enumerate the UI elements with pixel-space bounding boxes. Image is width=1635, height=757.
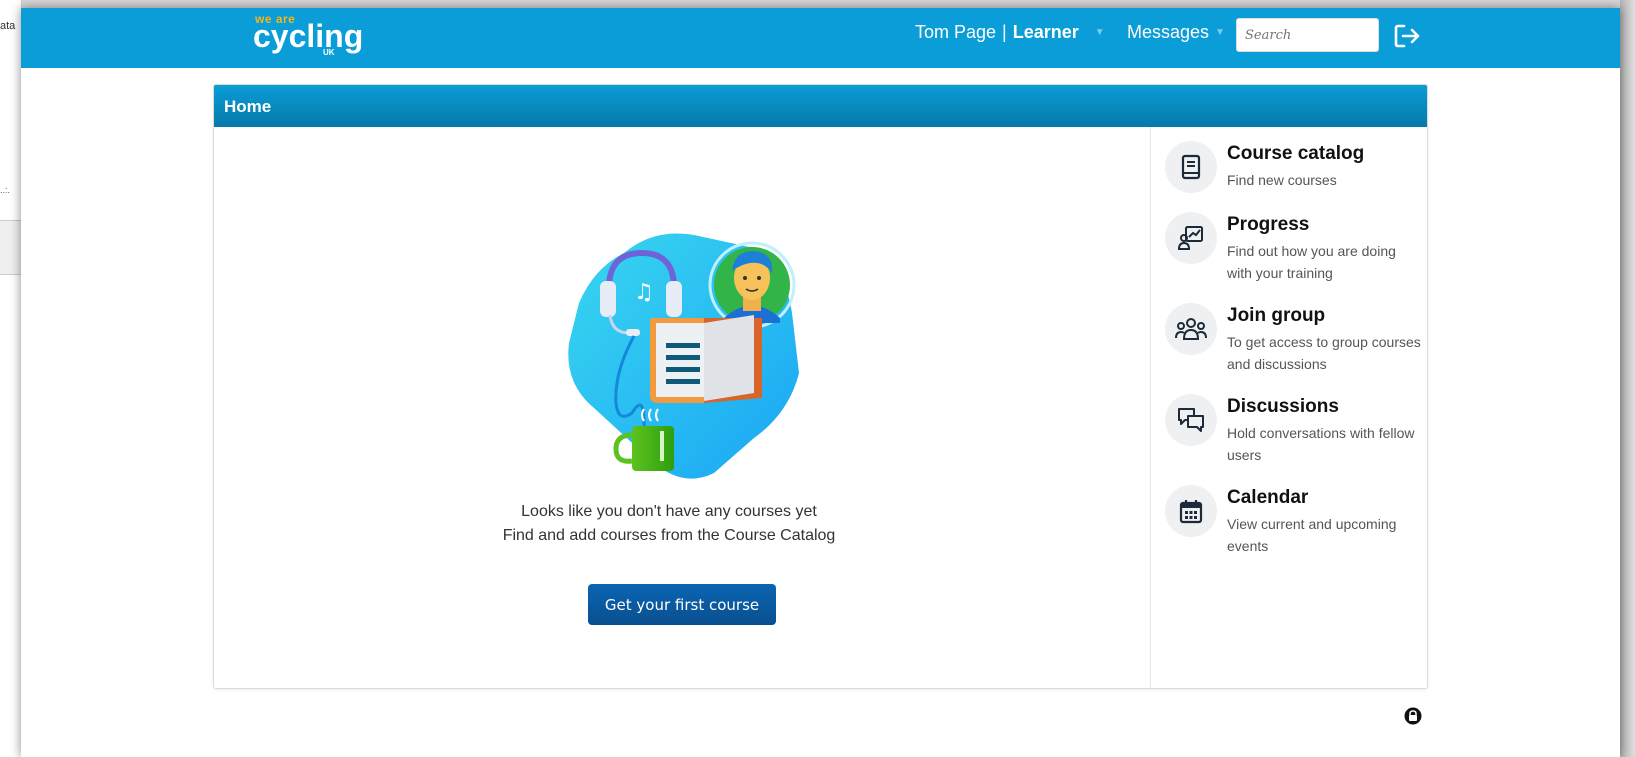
shortcut-description: To get access to group courses and discu…	[1227, 334, 1421, 372]
shortcut-label: Join group	[1227, 305, 1326, 326]
user-name: Tom Page	[915, 22, 997, 42]
top-navigation-bar: we are cycling UK Tom Page | Learner ▼ M…	[21, 8, 1620, 68]
shortcut-description: Find new courses	[1227, 172, 1337, 188]
background-text: ata	[0, 20, 16, 32]
empty-state-message: Looks like you don't have any courses ye…	[521, 503, 817, 520]
user-separator: |	[1002, 22, 1007, 42]
chevron-down-icon: ▼	[1094, 27, 1105, 38]
home-card: Home ♫ Looks like you don't have any cou…	[213, 84, 1428, 689]
calendar-icon	[1165, 485, 1217, 537]
shortcut-label: Progress	[1227, 214, 1310, 235]
logo-wordmark: cycling	[253, 18, 364, 54]
background-panel	[0, 220, 22, 275]
logout-icon[interactable]	[1391, 20, 1423, 52]
messages-menu[interactable]: Messages ▼	[1127, 22, 1225, 43]
background-text: ..:.	[0, 185, 11, 195]
shortcut-discussions[interactable]: Discussions Hold conversations with fell…	[1165, 394, 1425, 474]
shortcut-label: Discussions	[1227, 396, 1339, 417]
shortcut-label: Calendar	[1227, 487, 1309, 508]
shortcuts-sidebar: Course catalog Find new courses Progress…	[1150, 127, 1427, 688]
user-menu[interactable]: Tom Page | Learner ▼	[915, 22, 1105, 43]
shortcut-join-group[interactable]: Join group To get access to group course…	[1165, 303, 1425, 383]
messages-label: Messages	[1127, 22, 1210, 42]
shortcut-label: Course catalog	[1227, 143, 1365, 164]
site-logo[interactable]: we are cycling UK	[253, 12, 363, 60]
page-title: Home	[224, 97, 272, 116]
window-shadow	[1620, 0, 1635, 757]
shortcut-course-catalog[interactable]: Course catalog Find new courses	[1165, 141, 1425, 221]
progress-chart-icon	[1165, 212, 1217, 264]
shortcut-description: Find out how you are doing with your tra…	[1227, 243, 1396, 281]
logo-country: UK	[323, 48, 335, 57]
group-icon	[1165, 303, 1217, 355]
background-window: ata ..:.	[0, 0, 22, 757]
chevron-down-icon: ▼	[1215, 27, 1225, 38]
svg-text:♫: ♫	[634, 280, 654, 305]
shortcut-description: View current and upcoming events	[1227, 516, 1397, 554]
shortcut-progress[interactable]: Progress Find out how you are doing with…	[1165, 212, 1425, 292]
search-input[interactable]	[1236, 18, 1379, 52]
book-icon	[1165, 141, 1217, 193]
shortcut-calendar[interactable]: Calendar View current and upcoming event…	[1165, 485, 1425, 565]
card-header: Home	[214, 85, 1427, 127]
browser-page: we are cycling UK Tom Page | Learner ▼ M…	[21, 8, 1620, 757]
shortcut-description: Hold conversations with fellow users	[1227, 425, 1415, 463]
user-role: Learner	[1012, 22, 1079, 42]
lock-icon[interactable]	[1404, 707, 1422, 725]
get-first-course-button[interactable]: Get your first course	[588, 584, 776, 625]
chat-bubbles-icon	[1165, 394, 1217, 446]
empty-state-illustration: ♫	[554, 223, 814, 483]
empty-state-hint: Find and add courses from the Course Cat…	[502, 527, 836, 544]
